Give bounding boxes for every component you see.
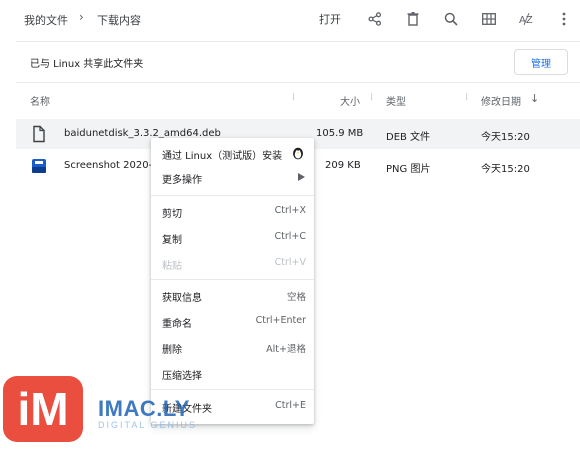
- menu-item-label: 更多操作: [162, 175, 202, 186]
- file-name: Screenshot 2020-0: [64, 160, 159, 171]
- menu-item-label: 复制: [162, 235, 182, 246]
- menu-separator: [151, 279, 314, 280]
- menu-item-copy[interactable]: 复制 Ctrl+C: [151, 225, 314, 249]
- linux-share-bar: 已与 Linux 共享此文件夹 管理: [16, 41, 580, 83]
- menu-item-label: 获取信息: [162, 293, 202, 304]
- menu-item-label: 剪切: [162, 209, 182, 220]
- delete-icon: [407, 12, 419, 26]
- file-size: 209 KB: [325, 160, 361, 171]
- file-type: DEB 文件: [386, 132, 431, 143]
- watermark-subtext: DIGITAL GENIUS: [98, 420, 198, 430]
- file-icon: [33, 125, 45, 143]
- open-button[interactable]: 打开: [316, 8, 344, 30]
- sort-button[interactable]: AZ: [515, 8, 537, 30]
- menu-item-install-linux[interactable]: 通过 Linux（测试版）安装: [151, 141, 314, 165]
- menu-separator: [151, 389, 314, 390]
- more-vert-icon: [562, 12, 566, 26]
- file-modified: 今天15:20: [481, 132, 530, 143]
- file-type: PNG 图片: [386, 164, 431, 175]
- menu-item-shortcut: Ctrl+C: [274, 231, 307, 242]
- search-button[interactable]: [440, 8, 462, 30]
- context-menu: 通过 Linux（测试版）安装 更多操作 剪切 Ctrl+X 复制 Ctrl+C…: [151, 138, 314, 424]
- grid-view-button[interactable]: [478, 8, 500, 30]
- menu-item-rename[interactable]: 重命名 Ctrl+Enter: [151, 309, 314, 333]
- menu-item-zip[interactable]: 压缩选择: [151, 361, 314, 385]
- column-size[interactable]: 大小: [340, 93, 360, 108]
- menu-separator: [151, 195, 314, 196]
- menu-item-more-actions[interactable]: 更多操作: [151, 165, 314, 189]
- image-icon: [32, 159, 46, 173]
- menu-item-cut[interactable]: 剪切 Ctrl+X: [151, 199, 314, 223]
- menu-item-label: 压缩选择: [162, 371, 202, 382]
- linux-share-label: 已与 Linux 共享此文件夹: [30, 59, 144, 70]
- menu-item-label: 重命名: [162, 319, 192, 330]
- search-icon: [444, 12, 458, 26]
- file-size: 105.9 MB: [316, 128, 364, 139]
- more-options-button[interactable]: [555, 8, 573, 30]
- column-name[interactable]: 名称: [30, 93, 50, 108]
- share-icon: [368, 12, 382, 26]
- menu-item-shortcut: Ctrl+Enter: [255, 315, 306, 326]
- manage-button[interactable]: 管理: [514, 49, 568, 75]
- menu-item-get-info[interactable]: 获取信息 空格: [151, 283, 314, 307]
- menu-item-label: 删除: [162, 345, 182, 356]
- menu-item-shortcut: Ctrl+X: [274, 205, 306, 216]
- menu-item-delete[interactable]: 删除 Alt+退格: [151, 335, 314, 359]
- watermark-logo: iM: [3, 376, 83, 442]
- breadcrumb-current[interactable]: 下载内容: [97, 12, 141, 28]
- column-modified[interactable]: 修改日期: [481, 93, 521, 108]
- menu-item-label: 通过 Linux（测试版）安装: [162, 151, 283, 162]
- menu-item-shortcut: 空格: [286, 292, 306, 303]
- sort-az-icon: AZ: [519, 12, 533, 26]
- breadcrumb-root[interactable]: 我的文件: [24, 12, 68, 28]
- submenu-arrow-icon: [298, 173, 305, 181]
- menu-item-shortcut: Alt+退格: [266, 344, 306, 355]
- delete-button[interactable]: [402, 8, 424, 30]
- menu-item-paste: 粘贴 Ctrl+V: [151, 251, 314, 275]
- breadcrumb-separator: ›: [79, 10, 84, 24]
- column-header-row: 名称 ⁞ 大小 ⁞ 类型 ⁞ 修改日期 ↓: [0, 88, 580, 110]
- column-type[interactable]: 类型: [386, 93, 406, 108]
- column-resize-handle[interactable]: ⁞: [370, 92, 373, 103]
- menu-item-shortcut: Ctrl+V: [274, 257, 306, 268]
- file-modified: 今天15:20: [481, 164, 530, 175]
- column-resize-handle[interactable]: ⁞: [292, 92, 295, 103]
- column-resize-handle[interactable]: ⁞: [465, 92, 468, 103]
- menu-item-label: 粘贴: [162, 261, 182, 272]
- sort-arrow-icon: ↓: [530, 92, 540, 105]
- toolbar: 我的文件 › 下载内容 打开 A: [0, 0, 580, 40]
- menu-item-shortcut: Ctrl+E: [275, 400, 306, 411]
- linux-penguin-icon: [293, 147, 303, 160]
- share-button[interactable]: [364, 8, 386, 30]
- grid-view-icon: [482, 13, 496, 25]
- watermark-text: IMAC.LY: [98, 396, 190, 421]
